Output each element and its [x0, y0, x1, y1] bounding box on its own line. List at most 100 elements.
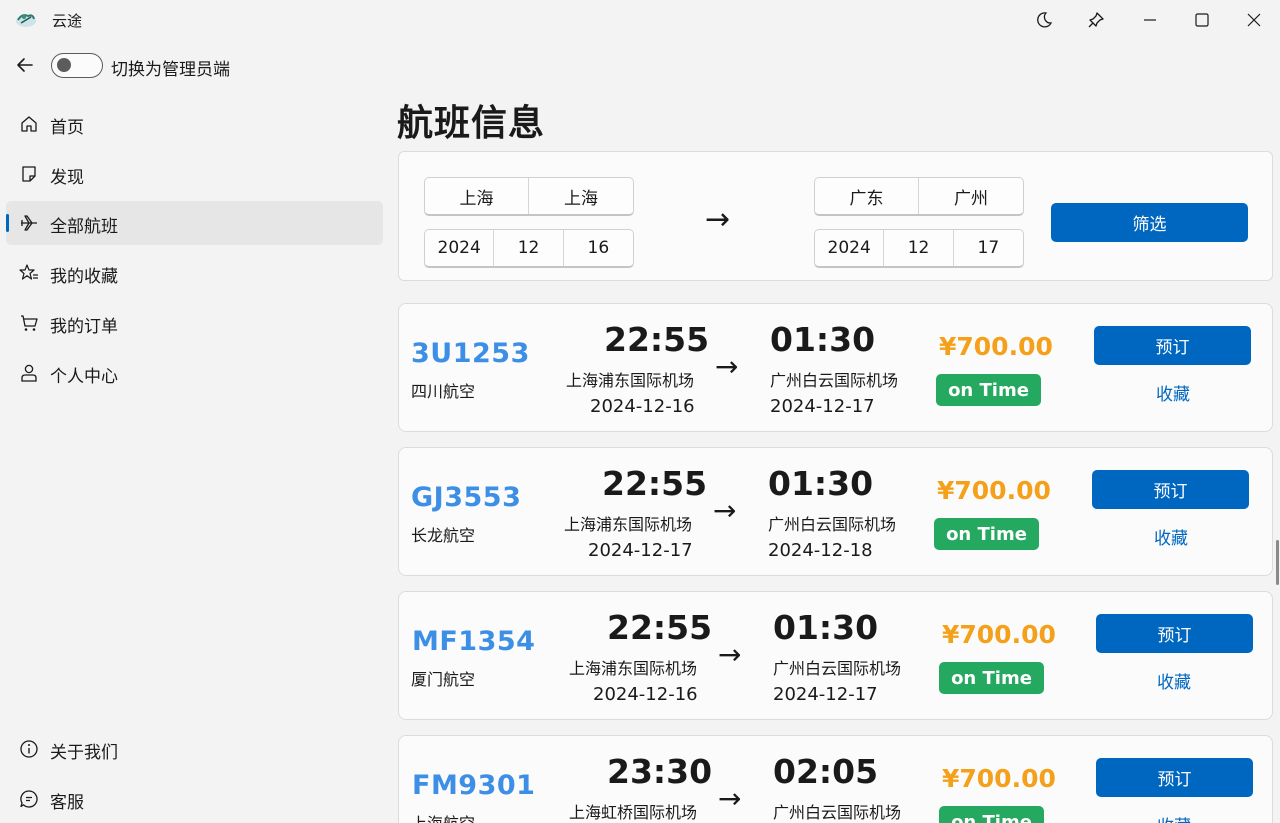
departure-airport: 上海虹桥国际机场 [569, 803, 698, 822]
sidebar-item-label: 个人中心 [50, 367, 118, 387]
page-title: 航班信息 [397, 103, 546, 144]
status-badge: on Time [939, 806, 1044, 823]
departure-time: 22:55 [604, 320, 710, 359]
sidebar-item-label: 全部航班 [50, 217, 118, 237]
flight-card: 3U1253 四川航空 22:55 上海浦东国际机场 2024-12-16 → … [398, 303, 1273, 432]
flight-card: MF1354 厦门航空 22:55 上海浦东国际机场 2024-12-16 → … [398, 591, 1273, 720]
favorite-link[interactable]: 收藏 [1157, 668, 1191, 693]
book-button[interactable]: 预订 [1094, 326, 1251, 365]
info-icon [20, 740, 38, 758]
flight-price: ¥700.00 [942, 620, 1056, 649]
departure-airport: 上海浦东国际机场 [569, 659, 698, 678]
filter-button[interactable]: 筛选 [1051, 203, 1248, 242]
flight-price: ¥700.00 [937, 476, 1051, 505]
back-button[interactable] [12, 52, 38, 78]
arrival-location-selector: 广东 广州 [814, 177, 1024, 216]
sidebar-item-orders[interactable]: 我的订单 [6, 301, 383, 345]
scrollbar-thumb[interactable] [1276, 540, 1279, 585]
flight-arrow: → [718, 782, 742, 815]
departure-location-selector: 上海 上海 [424, 177, 634, 216]
arrival-airport: 广州白云国际机场 [768, 515, 897, 534]
departure-month-select[interactable]: 12 [494, 230, 564, 266]
title-bar: 云途 [0, 0, 1280, 40]
sidebar-item-all-flights[interactable]: 全部航班 [6, 201, 383, 245]
sidebar-item-label: 客服 [50, 793, 84, 813]
sidebar-item-discover[interactable]: 发现 [6, 152, 383, 196]
sidebar-item-label: 我的订单 [50, 317, 118, 337]
sidebar-item-about[interactable]: 关于我们 [6, 727, 383, 771]
close-button[interactable] [1228, 0, 1280, 40]
departure-year-select[interactable]: 2024 [425, 230, 495, 266]
filter-panel: 上海 上海 2024 12 16 → 广东 广州 2024 12 17 筛选 [398, 151, 1273, 281]
sidebar-item-label: 我的收藏 [50, 267, 118, 287]
flight-code: MF1354 [412, 626, 536, 657]
arrival-city-select[interactable]: 广州 [919, 178, 1023, 214]
book-button[interactable]: 预订 [1096, 614, 1253, 653]
arrival-province-select[interactable]: 广东 [815, 178, 919, 214]
arrival-month-select[interactable]: 12 [884, 230, 954, 266]
flight-price: ¥700.00 [939, 332, 1053, 361]
app-title: 云途 [52, 12, 83, 30]
departure-date: 2024-12-16 [593, 684, 698, 705]
status-badge: on Time [936, 374, 1041, 406]
cart-icon [21, 315, 38, 331]
airplane-icon [21, 215, 37, 231]
departure-airport: 上海浦东国际机场 [564, 515, 693, 534]
flight-code: GJ3553 [411, 482, 522, 513]
flight-arrow: → [715, 350, 739, 383]
departure-time: 22:55 [602, 464, 708, 503]
route-arrow: → [705, 202, 731, 237]
departure-day-select[interactable]: 16 [564, 230, 633, 266]
sidebar-item-label: 首页 [50, 118, 84, 138]
departure-date: 2024-12-16 [590, 396, 695, 417]
flight-arrow: → [718, 638, 742, 671]
sidebar-item-support[interactable]: 客服 [6, 777, 383, 821]
arrival-date-selector: 2024 12 17 [814, 229, 1024, 268]
departure-date-selector: 2024 12 16 [424, 229, 634, 268]
book-button[interactable]: 预订 [1092, 470, 1249, 509]
arrival-time: 01:30 [773, 608, 879, 647]
admin-toggle-label: 切换为管理员端 [111, 60, 230, 80]
sidebar-item-label: 发现 [50, 168, 84, 188]
minimize-button[interactable] [1124, 0, 1176, 40]
flight-code: 3U1253 [411, 338, 530, 369]
sidebar-item-favorites[interactable]: 我的收藏 [6, 251, 383, 295]
airline-name: 四川航空 [411, 382, 476, 401]
airline-name: 长龙航空 [411, 526, 476, 545]
theme-toggle-button[interactable] [1018, 0, 1070, 40]
arrival-year-select[interactable]: 2024 [815, 230, 885, 266]
maximize-icon [1195, 13, 1209, 27]
sidebar-item-home[interactable]: 首页 [6, 102, 383, 146]
maximize-button[interactable] [1176, 0, 1228, 40]
airline-name: 厦门航空 [411, 670, 476, 689]
status-badge: on Time [934, 518, 1039, 550]
chat-icon [20, 790, 38, 808]
back-arrow-icon [17, 58, 33, 72]
departure-province-select[interactable]: 上海 [425, 178, 529, 214]
arrival-airport: 广州白云国际机场 [770, 371, 899, 390]
pin-button[interactable] [1070, 0, 1122, 40]
flight-card: GJ3553 长龙航空 22:55 上海浦东国际机场 2024-12-17 → … [398, 447, 1273, 576]
favorite-link[interactable]: 收藏 [1156, 380, 1190, 405]
arrival-airport: 广州白云国际机场 [773, 803, 902, 822]
favorite-link[interactable]: 收藏 [1157, 812, 1191, 823]
minimize-icon [1144, 19, 1156, 21]
sidebar-item-label: 关于我们 [50, 743, 118, 763]
arrival-time: 02:05 [773, 752, 879, 791]
note-icon [22, 166, 36, 182]
flight-arrow: → [713, 494, 737, 527]
departure-city-select[interactable]: 上海 [529, 178, 633, 214]
arrival-day-select[interactable]: 17 [954, 230, 1023, 266]
arrival-time: 01:30 [768, 464, 874, 503]
favorite-link[interactable]: 收藏 [1154, 524, 1188, 549]
pin-icon [1088, 12, 1104, 28]
departure-time: 22:55 [607, 608, 713, 647]
sidebar-item-profile[interactable]: 个人中心 [6, 351, 383, 395]
book-button[interactable]: 预订 [1096, 758, 1253, 797]
admin-toggle-switch[interactable] [51, 53, 103, 78]
departure-date: 2024-12-17 [588, 540, 693, 561]
star-list-icon [19, 264, 38, 280]
arrival-airport: 广州白云国际机场 [773, 659, 902, 678]
close-icon [1247, 13, 1261, 27]
status-badge: on Time [939, 662, 1044, 694]
